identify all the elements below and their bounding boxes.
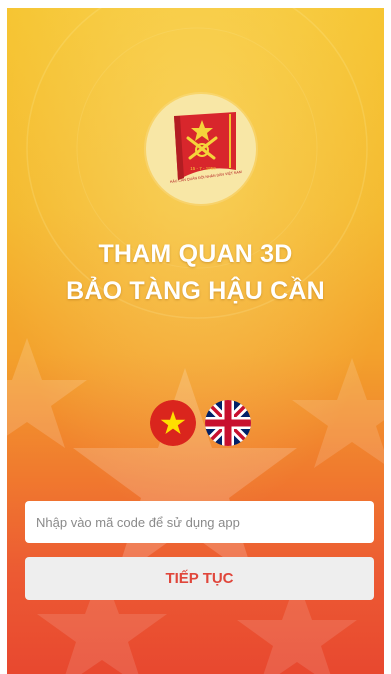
logo-date: 15 - 7 - 1950 [190,166,216,171]
app-title-line2: BẢO TÀNG HẬU CẦN [66,277,325,305]
museum-emblem-icon: 15 - 7 - 1950 HẬU CẦN QUÂN ĐỘI NHÂN DÂN … [169,112,242,184]
museum-logo: 15 - 7 - 1950 HẬU CẦN QUÂN ĐỘI NHÂN DÂN … [146,94,256,204]
continue-button[interactable]: TIẾP TỤC [25,557,374,600]
app-screen: 15 - 7 - 1950 HẬU CẦN QUÂN ĐỘI NHÂN DÂN … [7,8,384,674]
app-title-line1: THAM QUAN 3D [98,240,293,268]
code-input[interactable] [25,501,374,543]
vietnam-flag-icon [150,400,196,446]
language-english-button[interactable] [205,400,251,446]
language-vietnamese-button[interactable] [150,400,196,446]
uk-flag-icon [205,400,251,446]
